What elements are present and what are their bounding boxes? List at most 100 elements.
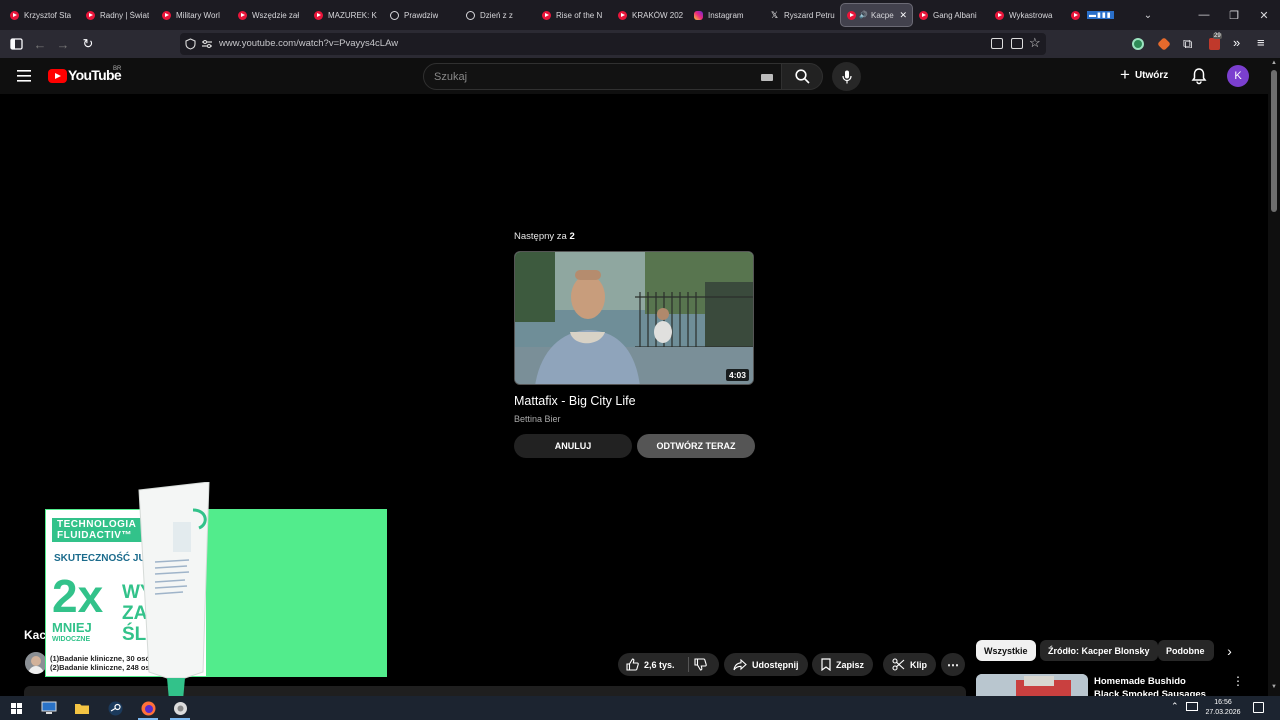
url-text[interactable]: www.youtube.com/watch?v=Pvayys4cLAw (219, 38, 398, 49)
youtube-icon (238, 10, 247, 20)
thumbnail-image (515, 252, 753, 384)
play-now-button[interactable]: ODTWÓRZ TERAZ (637, 434, 755, 458)
browser-tab[interactable]: ▬▮▮▮ (1065, 3, 1115, 27)
youtube-logo-icon[interactable] (48, 69, 67, 83)
monitor-app-icon[interactable] (39, 698, 59, 718)
related-video-thumbnail[interactable] (976, 674, 1088, 696)
browser-tab[interactable]: Krzysztof Sta (4, 3, 80, 27)
firefox-icon[interactable] (138, 698, 158, 718)
search-input[interactable]: Szukaj (423, 63, 782, 90)
shield-icon[interactable] (185, 38, 196, 50)
notification-center-icon[interactable] (1253, 702, 1264, 713)
taskbar-clock[interactable]: 16:56 27.03.2026 (1200, 696, 1246, 718)
site-permissions-icon[interactable] (201, 39, 213, 49)
tab-label: Krzysztof Sta (24, 10, 72, 20)
countdown-seconds: 2 (569, 231, 575, 242)
more-actions-icon[interactable]: ⋯ (941, 653, 965, 676)
scrollbar-thumb[interactable] (1271, 70, 1277, 212)
next-video-channel[interactable]: Bettina Bier (514, 414, 561, 424)
search-placeholder: Szukaj (434, 71, 468, 83)
list-all-tabs-icon[interactable]: ⌄ (1138, 5, 1158, 25)
close-tab-icon[interactable]: ✕ (899, 10, 907, 21)
create-button[interactable]: + Utwórz (1120, 66, 1168, 83)
extension-shield-icon[interactable] (1132, 38, 1144, 50)
picture-in-picture-icon[interactable] (991, 38, 1003, 49)
filter-chip[interactable]: Źródło: Kacper Blonsky (1040, 640, 1158, 661)
search-button[interactable] (781, 63, 823, 90)
search-icon (794, 69, 810, 84)
browser-tab[interactable]: 🔊 Kacpe ✕ (840, 3, 913, 27)
tab-media-icon: ▬▮▮▮ (1087, 11, 1114, 19)
windows-start-icon[interactable] (6, 698, 26, 718)
speaker-icon[interactable]: 🔊 (859, 11, 868, 20)
tab-label: MAZUREK: K (328, 10, 377, 20)
navigation-toolbar: ← → ↻ www.youtube.com/watch?v=Pvayys4cLA… (0, 30, 1280, 58)
extensions-puzzle-icon[interactable]: ⧉ (1183, 36, 1192, 52)
close-window-icon[interactable]: ✕ (1248, 0, 1280, 30)
channel-avatar[interactable] (25, 652, 47, 674)
notifications-bell-icon[interactable] (1190, 67, 1208, 85)
up-next-countdown: Następny za 2 (514, 231, 575, 242)
voice-search-button[interactable] (832, 62, 861, 91)
youtube-icon (995, 10, 1004, 20)
ad-mniej: MNIEJ (52, 620, 92, 635)
save-button[interactable]: Zapisz (812, 653, 874, 676)
filter-chip[interactable]: Podobne (1158, 640, 1214, 661)
keyboard-icon[interactable] (761, 74, 773, 81)
forward-icon[interactable]: → (53, 34, 73, 54)
browser-tab[interactable]: MAZUREK: K (308, 3, 384, 27)
sidebar-toggle-icon[interactable] (6, 34, 26, 54)
clock-time: 16:56 (1214, 699, 1232, 706)
dislike-icon[interactable] (694, 658, 707, 671)
restore-icon[interactable]: ❐ (1218, 0, 1250, 30)
minimize-icon[interactable]: — (1188, 0, 1220, 30)
youtube-icon (86, 10, 95, 20)
like-count[interactable]: 2,6 tys. (644, 660, 675, 670)
extension-ublock-icon[interactable] (1209, 38, 1220, 50)
network-icon[interactable] (1186, 702, 1198, 711)
browser-tab[interactable]: Prawdziw (384, 3, 460, 27)
address-bar[interactable]: www.youtube.com/watch?v=Pvayys4cLAw ☆ (180, 33, 1046, 55)
browser-tab[interactable]: 𝕏 Ryszard Petru (764, 3, 840, 27)
like-icon[interactable] (626, 658, 639, 671)
next-video-title[interactable]: Mattafix - Big City Life (514, 394, 636, 408)
filter-chip[interactable]: Wszystkie (976, 640, 1036, 661)
overflow-menu-icon[interactable]: » (1233, 35, 1240, 50)
like-dislike-group: 2,6 tys. (618, 653, 719, 676)
related-more-icon[interactable]: ⋮ (1232, 674, 1244, 690)
windows-taskbar: ⌃ 16:56 27.03.2026 (0, 696, 1280, 720)
chips-next-icon[interactable]: › (1219, 640, 1240, 661)
steam-icon[interactable] (105, 698, 125, 718)
reader-view-icon[interactable] (1011, 38, 1023, 49)
page-scrollbar[interactable]: ▲ ▼ (1268, 58, 1280, 696)
scroll-up-icon[interactable]: ▲ (1271, 60, 1277, 66)
back-icon[interactable]: ← (30, 34, 50, 54)
browser-tab[interactable]: Instagram (688, 3, 764, 27)
tray-overflow-icon[interactable]: ⌃ (1171, 701, 1179, 712)
browser-tab[interactable]: Gang Albani (913, 3, 989, 27)
guide-menu-icon[interactable] (17, 70, 31, 82)
cancel-autoplay-button[interactable]: ANULUJ (514, 434, 632, 458)
vpn-app-icon[interactable] (170, 698, 190, 718)
clip-button[interactable]: Klip (883, 653, 936, 676)
hamburger-menu-icon[interactable]: ≡ (1257, 35, 1265, 50)
scroll-down-icon[interactable]: ▼ (1271, 684, 1277, 690)
browser-tab[interactable]: Radny | Świat (80, 3, 156, 27)
browser-tab[interactable]: Wykastrowa (989, 3, 1065, 27)
browser-tab[interactable]: Dzień z z (460, 3, 536, 27)
browser-tab[interactable]: KRAKÓW 202 (612, 3, 688, 27)
youtube-icon (162, 10, 171, 20)
youtube-icon (542, 10, 551, 20)
reload-icon[interactable]: ↻ (78, 34, 98, 54)
next-video-thumbnail[interactable]: 4:03 (514, 251, 754, 385)
share-label: Udostępnij (752, 659, 799, 670)
tab-label: KRAKÓW 202 (632, 10, 684, 20)
browser-tab[interactable]: Wszędzie zał (232, 3, 308, 27)
file-explorer-icon[interactable] (72, 698, 92, 718)
extension-fox-icon[interactable] (1157, 37, 1171, 51)
account-avatar[interactable]: K (1227, 65, 1249, 87)
share-button[interactable]: Udostępnij (724, 653, 808, 676)
bookmark-star-icon[interactable]: ☆ (1029, 35, 1041, 51)
browser-tab[interactable]: Military Worl (156, 3, 232, 27)
browser-tab[interactable]: Rise of the N (536, 3, 612, 27)
